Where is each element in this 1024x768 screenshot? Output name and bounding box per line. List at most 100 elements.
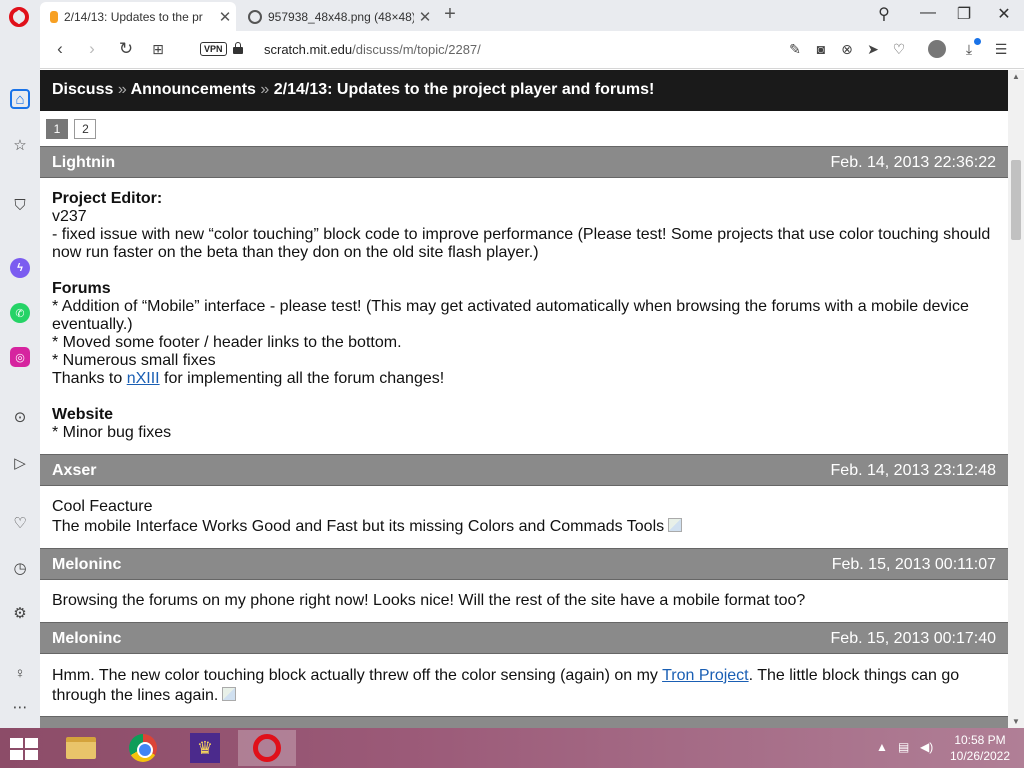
post-line: * Minor bug fixes	[52, 424, 172, 441]
whatsapp-icon[interactable]: ✆	[10, 303, 30, 323]
post-body: Hmm. The new color touching block actual…	[40, 654, 1008, 716]
instagram-icon[interactable]: ◎	[10, 347, 30, 367]
windows-taskbar: ♛ ▲ ▤ ◀) 10:58 PM 10/26/2022	[0, 728, 1024, 768]
section-heading: Forums	[52, 280, 111, 297]
heart-icon[interactable]: ♡	[890, 41, 908, 58]
post-line: * Addition of “Mobile” interface - pleas…	[52, 298, 969, 333]
post-body: Cool Feacture The mobile Interface Works…	[40, 486, 1008, 548]
post-line: v237	[52, 208, 87, 225]
bookmarks-heart-icon[interactable]: ♡	[10, 513, 30, 533]
windows-start-icon[interactable]	[10, 738, 38, 760]
scroll-down-arrow-icon[interactable]: ▼	[1012, 717, 1020, 726]
download-indicator	[974, 38, 981, 45]
post-body: Project Editor: v237 - fixed issue with …	[40, 178, 1008, 454]
taskbar-trophy-app[interactable]: ♛	[176, 730, 234, 766]
scroll-up-arrow-icon[interactable]: ▲	[1012, 72, 1020, 81]
home-icon[interactable]: ⌂	[10, 89, 30, 109]
tab-scratch-topic[interactable]: 2/14/13: Updates to the pr ✕	[40, 2, 236, 31]
messenger-icon[interactable]: ϟ	[10, 258, 30, 278]
reload-button[interactable]: ↻	[116, 39, 136, 59]
post-header: Lightnin Feb. 14, 2013 22:36:22	[40, 146, 1008, 178]
page-1-button[interactable]: 1	[46, 119, 68, 139]
crumb-discuss[interactable]: Discuss	[52, 81, 113, 98]
tab-title: 957938_48x48.png (48×48)	[268, 9, 414, 24]
shopping-bag-icon[interactable]: ⛉	[10, 195, 30, 215]
topic-title: 2/14/13: Updates to the project player a…	[273, 81, 655, 98]
tron-project-link[interactable]: Tron Project	[662, 667, 749, 684]
post-author[interactable]: Meloninc	[52, 556, 121, 573]
page-scrollbar[interactable]: ▲ ▼	[1008, 70, 1024, 728]
post-line: Cool Feacture	[52, 498, 153, 515]
taskbar-opera[interactable]	[238, 730, 296, 766]
post-author[interactable]: Lightnin	[52, 154, 115, 171]
send-flow-icon[interactable]: ▷	[10, 453, 30, 473]
post-date: Feb. 15, 2013 00:11:07	[831, 556, 996, 573]
volume-icon[interactable]: ◀)	[920, 740, 933, 754]
post-date: Feb. 15, 2013 00:17:40	[830, 630, 996, 647]
section-heading: Website	[52, 406, 114, 423]
tab-title: 2/14/13: Updates to the pr	[64, 9, 203, 24]
post-line: Thanks to nXIII for implementing all the…	[52, 370, 445, 387]
opera-sidebar: ⌂ ☆ ⛉ ϟ ✆ ◎ ⊙ ▷ ♡ ◷ ⚙ ♀ ⋯	[0, 31, 40, 728]
close-window-button[interactable]: ✕	[992, 4, 1016, 24]
settings-gear-icon[interactable]: ⚙	[10, 603, 30, 623]
broken-image-icon	[668, 518, 683, 532]
address-bar: ‹ › ↻ ⊞ VPN scratch.mit.edu/discuss/m/to…	[40, 31, 1024, 69]
post-line: * Numerous small fixes	[52, 352, 216, 369]
post-header: Meloninc Feb. 15, 2013 00:11:07	[40, 548, 1008, 580]
network-icon[interactable]: ▤	[898, 740, 909, 754]
post-author[interactable]: Meloninc	[52, 630, 121, 647]
trophy-icon: ♛	[190, 733, 220, 763]
lock-icon[interactable]	[233, 42, 243, 54]
tips-bulb-icon[interactable]: ♀	[10, 663, 30, 683]
scratch-favicon-icon	[50, 10, 58, 23]
new-tab-button[interactable]: +	[440, 3, 460, 26]
profile-avatar-icon[interactable]	[928, 40, 946, 58]
pagination: 1 2	[40, 111, 1008, 146]
post-line: * Moved some footer / header links to th…	[52, 334, 402, 351]
more-icon[interactable]: ⋯	[10, 697, 30, 717]
back-button[interactable]: ‹	[50, 39, 70, 59]
broken-image-icon	[222, 687, 237, 701]
forum-page: Discuss » Announcements » 2/14/13: Updat…	[40, 70, 1008, 728]
post-header: Meloninc Feb. 15, 2013 00:17:40	[40, 622, 1008, 654]
easy-setup-icon[interactable]: ☰	[992, 41, 1010, 58]
post-date: Feb. 14, 2013 23:12:48	[830, 462, 996, 479]
send-icon[interactable]: ➤	[864, 41, 882, 58]
adblock-icon[interactable]: ⊗	[838, 41, 856, 58]
post-date: Feb. 14, 2013 22:36:22	[830, 154, 996, 171]
taskbar-file-explorer[interactable]	[52, 730, 110, 766]
tab-image[interactable]: 957938_48x48.png (48×48) ✕	[240, 2, 436, 31]
clock-time: 10:58 PM	[954, 733, 1006, 747]
vpn-badge[interactable]: VPN	[200, 42, 227, 56]
section-heading: Project Editor:	[52, 190, 163, 207]
crumb-announcements[interactable]: Announcements	[131, 81, 256, 98]
globe-favicon-icon	[248, 9, 262, 24]
forward-button[interactable]: ›	[82, 39, 102, 59]
taskbar-chrome[interactable]	[114, 730, 172, 766]
post-line: Browsing the forums on my phone right no…	[52, 592, 806, 609]
player-icon[interactable]: ⊙	[10, 407, 30, 427]
edit-icon[interactable]: ✎	[786, 41, 804, 58]
user-link-nxiii[interactable]: nXIII	[127, 370, 160, 387]
post-author[interactable]: Axser	[52, 462, 96, 479]
tab-search-icon[interactable]: ⚲	[872, 4, 896, 24]
system-clock[interactable]: 10:58 PM 10/26/2022	[946, 732, 1014, 764]
tabs-grid-icon[interactable]: ⊞	[148, 41, 168, 58]
url-field[interactable]: scratch.mit.edu/discuss/m/topic/2287/	[264, 42, 481, 57]
folder-icon	[66, 737, 96, 759]
minimize-button[interactable]: —	[916, 4, 940, 22]
close-tab-icon[interactable]: ✕	[414, 8, 436, 26]
scroll-thumb[interactable]	[1011, 160, 1021, 240]
post-body: Browsing the forums on my phone right no…	[40, 580, 1008, 622]
opera-menu-icon[interactable]	[9, 7, 29, 27]
history-icon[interactable]: ◷	[10, 558, 30, 578]
breadcrumb: Discuss » Announcements » 2/14/13: Updat…	[40, 70, 1008, 111]
page-2-button[interactable]: 2	[74, 119, 97, 139]
tray-chevron-icon[interactable]: ▲	[876, 740, 888, 754]
post-line: The mobile Interface Works Good and Fast…	[52, 518, 996, 536]
close-tab-icon[interactable]: ✕	[214, 8, 236, 26]
maximize-button[interactable]: ❐	[952, 4, 976, 24]
star-icon[interactable]: ☆	[10, 135, 30, 155]
camera-icon[interactable]: ◙	[812, 41, 830, 57]
